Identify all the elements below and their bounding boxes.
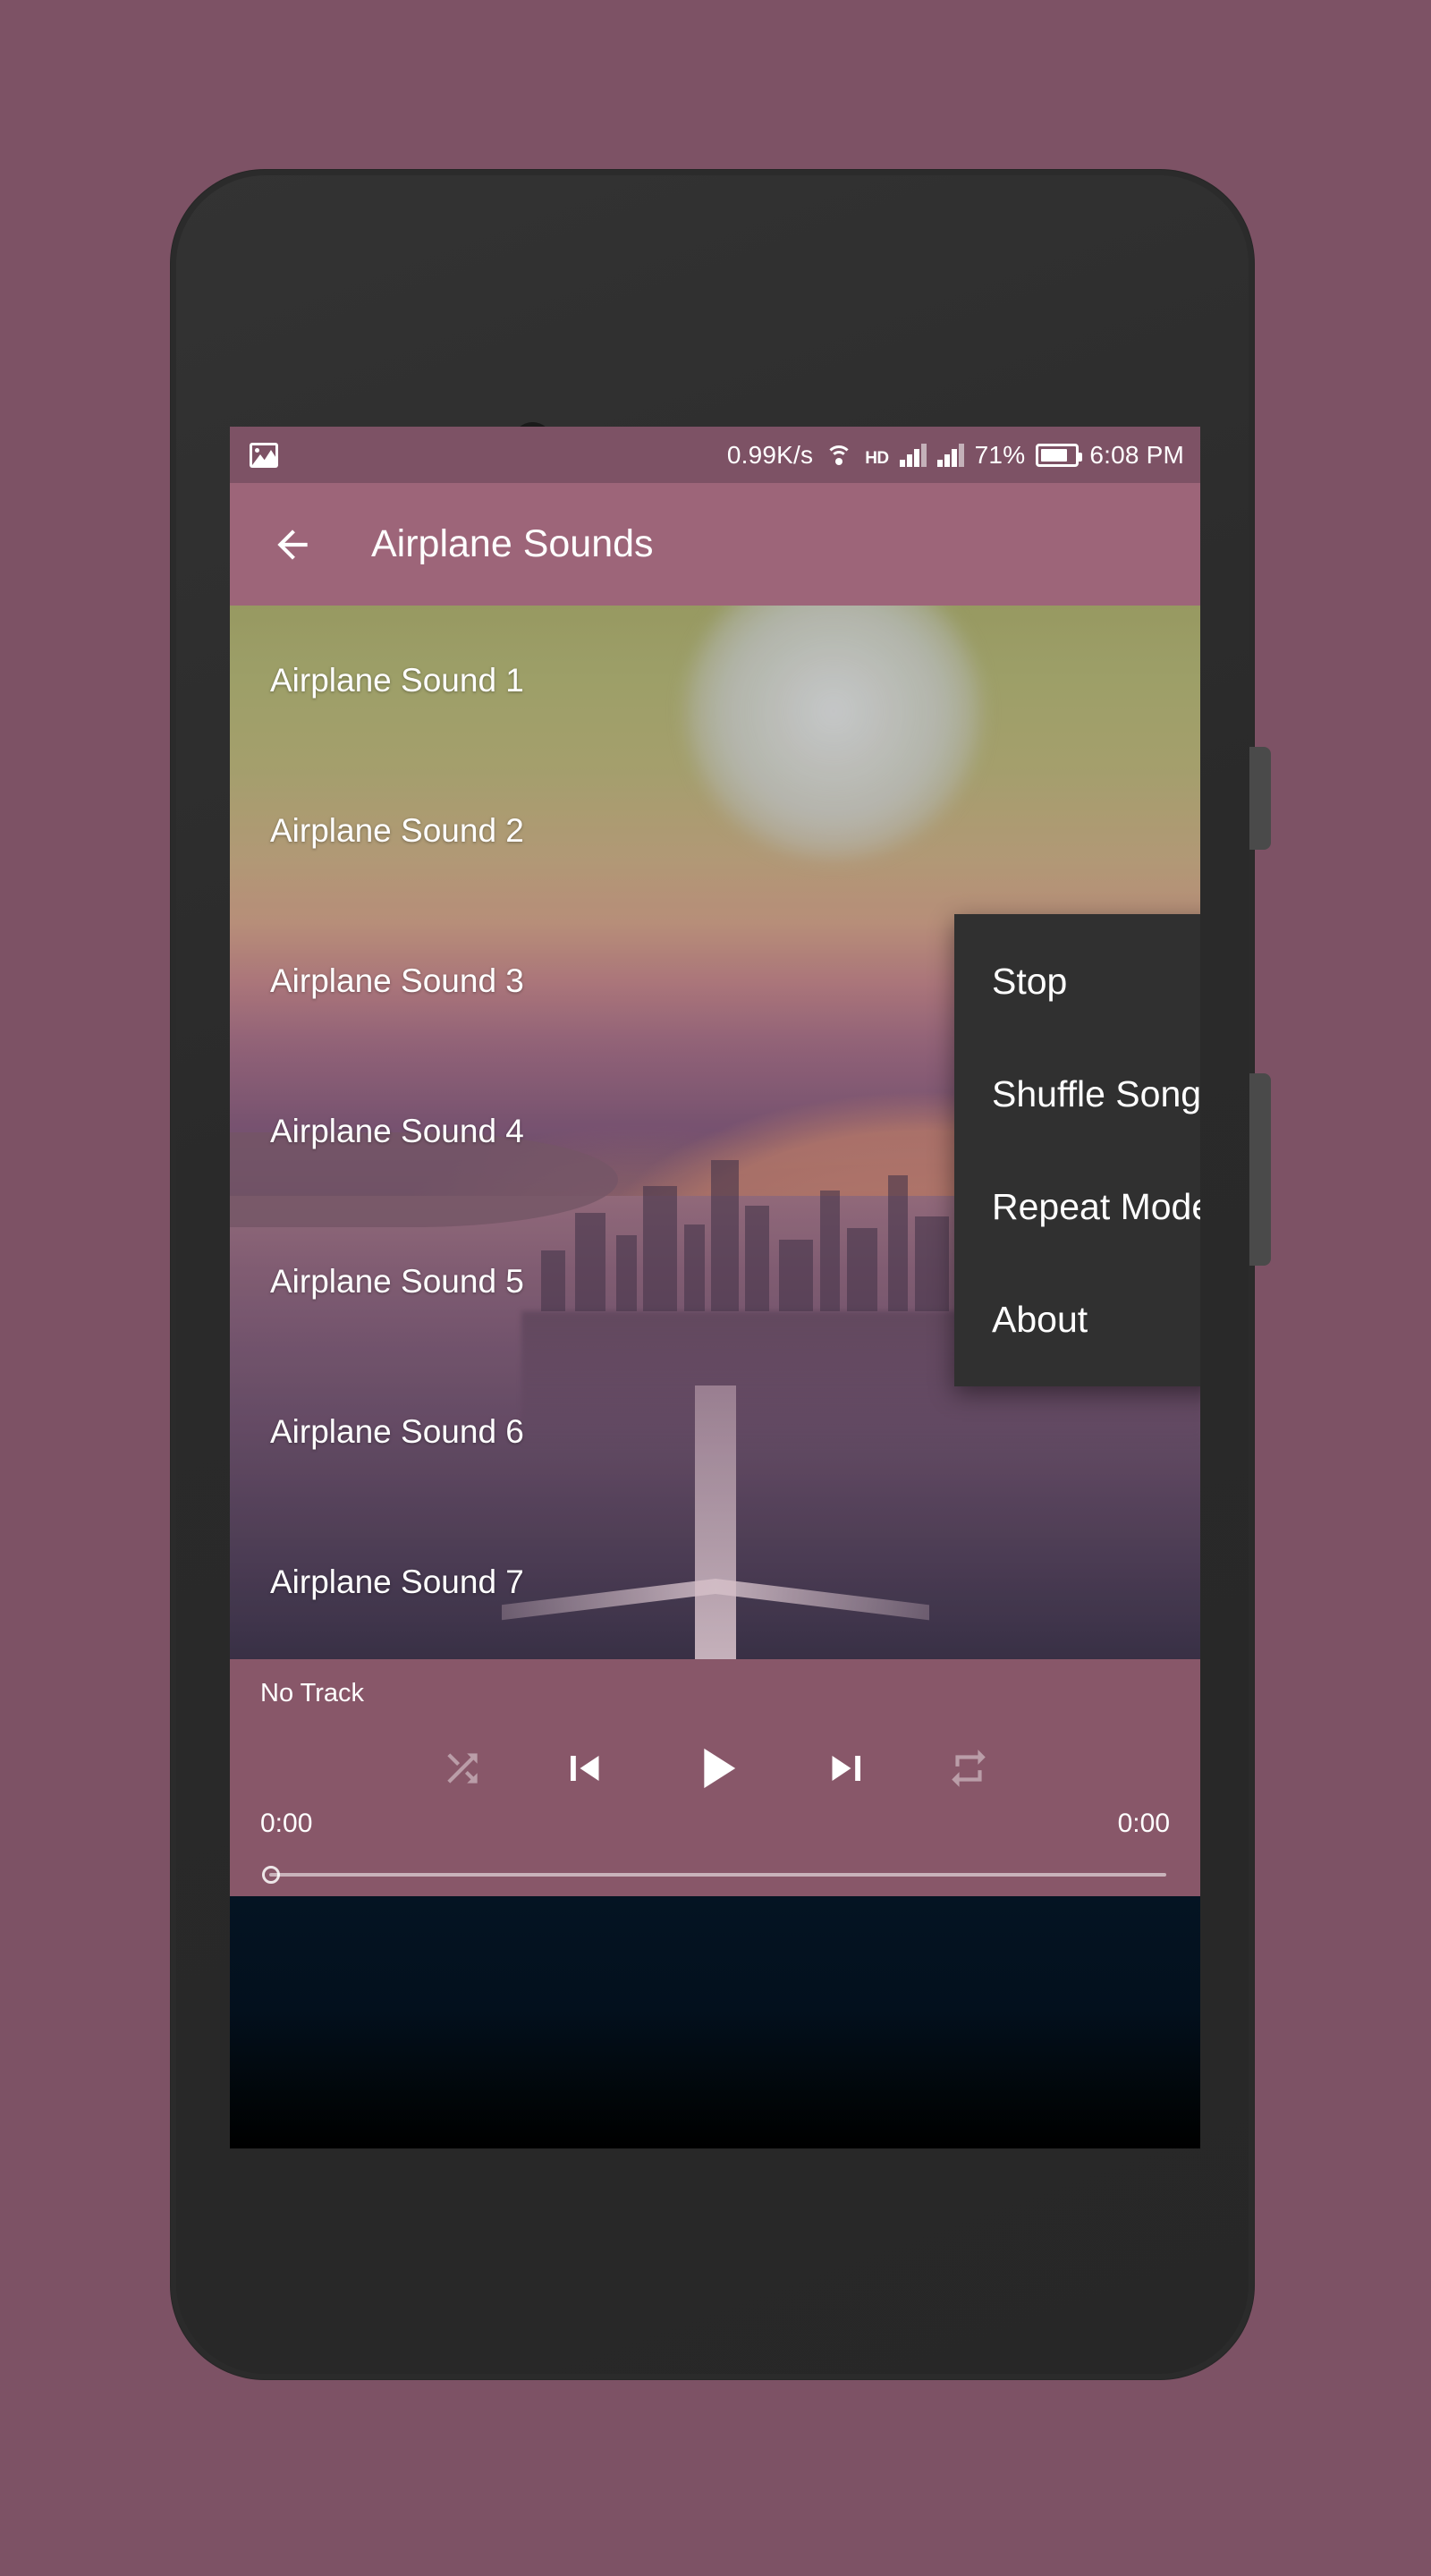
app-bar: Airplane Sounds (230, 483, 1200, 606)
elapsed-time: 0:00 (260, 1809, 313, 1838)
power-button[interactable] (1249, 1073, 1271, 1266)
song-title: Airplane Sound 3 (270, 962, 524, 999)
menu-item-label: Stop (992, 960, 1068, 1002)
play-icon (703, 1748, 735, 1789)
next-button[interactable] (823, 1743, 873, 1793)
song-title: Airplane Sound 1 (270, 662, 524, 699)
volume-button[interactable] (1249, 747, 1271, 850)
player-controls (260, 1733, 1170, 1803)
signal-bars-icon-sim1 (899, 443, 927, 467)
menu-item-about[interactable]: About (954, 1263, 1200, 1376)
song-title: Airplane Sound 7 (270, 1563, 524, 1600)
page-title: Airplane Sounds (371, 522, 654, 565)
signal-bars-icon-sim2 (936, 443, 964, 467)
wifi-icon (824, 444, 854, 467)
play-button[interactable] (682, 1734, 749, 1802)
skip-next-icon (832, 1756, 860, 1781)
shuffle-icon (446, 1753, 478, 1784)
player-track-title: No Track (260, 1679, 365, 1707)
battery-percent: 71% (974, 440, 1026, 469)
repeat-button[interactable] (946, 1746, 991, 1791)
player-bar: No Track 0:00 0:00 (230, 1659, 1200, 1896)
clock: 6:08 PM (1089, 440, 1184, 469)
menu-item-label: About (992, 1298, 1088, 1340)
menu-item-repeat-mode[interactable]: Repeat Mode (954, 1150, 1200, 1263)
phone-screen: 0.99K/s HD 71% 6:08 PM Airplane Sounds A… (230, 427, 1200, 2148)
overflow-menu: Stop Shuffle Songs Repeat Mode About (954, 914, 1200, 1386)
repeat-icon (951, 1750, 986, 1787)
song-list-item[interactable]: Airplane Sound 1 (230, 606, 1200, 756)
battery-icon (1036, 443, 1083, 467)
total-time: 0:00 (1117, 1809, 1170, 1838)
previous-button[interactable] (558, 1743, 608, 1793)
status-bar: 0.99K/s HD 71% 6:08 PM (230, 427, 1200, 483)
back-button[interactable] (260, 513, 325, 577)
song-list-item[interactable]: Airplane Sound 2 (230, 756, 1200, 906)
seek-thumb[interactable] (262, 1866, 280, 1884)
player-times: 0:00 0:00 (260, 1809, 1170, 1839)
seek-bar[interactable] (260, 1866, 1170, 1884)
skip-previous-icon (570, 1756, 598, 1781)
network-speed: 0.99K/s (726, 440, 814, 469)
song-title: Airplane Sound 5 (270, 1263, 524, 1300)
seek-track (269, 1873, 1166, 1877)
song-title: Airplane Sound 2 (270, 812, 524, 849)
menu-item-label: Shuffle Songs (992, 1072, 1200, 1114)
volte-hd-icon: HD (865, 448, 889, 468)
image-icon (250, 442, 278, 468)
song-list-item[interactable]: Airplane Sound 7 (230, 1507, 1200, 1657)
menu-item-shuffle-songs[interactable]: Shuffle Songs (954, 1038, 1200, 1150)
shuffle-button[interactable] (440, 1746, 485, 1791)
menu-item-label: Repeat Mode (992, 1185, 1200, 1227)
menu-item-stop[interactable]: Stop (954, 925, 1200, 1038)
song-title: Airplane Sound 4 (270, 1113, 524, 1149)
status-bar-right: 0.99K/s HD 71% 6:08 PM (727, 441, 1184, 470)
bottom-area (230, 1896, 1200, 2148)
song-title: Airplane Sound 6 (270, 1413, 524, 1450)
arrow-left-icon (277, 529, 308, 560)
status-bar-left (250, 442, 278, 468)
